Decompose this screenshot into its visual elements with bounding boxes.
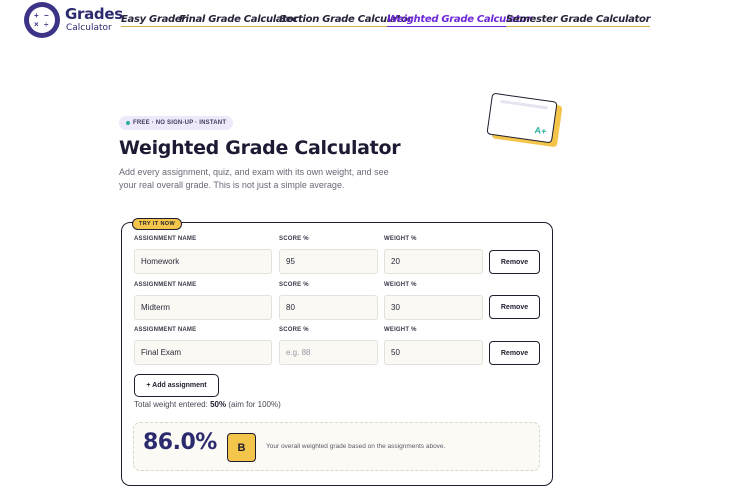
add-assignment-button[interactable]: + Add assignment [134,374,219,397]
score-label: SCORE % [279,327,309,333]
weight-label: WEIGHT % [384,282,417,288]
total-weight-value: 50% [210,400,227,409]
weight-input[interactable]: 50 [384,340,483,365]
logo-icon[interactable]: + − × ÷ [24,2,60,38]
score-input[interactable]: e.g. 88 [279,340,378,365]
calculator-icon: + − × ÷ [29,7,55,33]
card-line-icon [499,99,548,110]
total-weight-text: Total weight entered: 50% (aim for 100%) [134,400,281,409]
assignment-name-label: ASSIGNMENT NAME [134,282,197,288]
status-dot-icon [126,121,130,125]
score-label: SCORE % [279,236,309,242]
score-input[interactable]: 80 [279,295,378,320]
assignment-name-input[interactable]: Final Exam [134,340,272,365]
weight-input[interactable]: 20 [384,249,483,274]
page-title: Weighted Grade Calculator [119,137,401,159]
decorative-grade-card: A+ [486,92,558,144]
try-it-now-tag: TRY IT NOW [132,218,183,230]
nav-link-semester-grade[interactable]: Semester Grade Calculator [506,14,651,27]
nav-link-easy-grader[interactable]: Easy Grader [121,14,186,27]
brand-name[interactable]: Grades [65,5,123,23]
assignment-name-input[interactable]: Midterm [134,295,272,320]
page-subtitle: Add every assignment, quiz, and exam wit… [119,167,389,190]
brand-tagline: Calculator [66,23,112,33]
assignment-name-label: ASSIGNMENT NAME [134,327,197,333]
remove-button[interactable]: Remove [489,341,540,365]
weight-label: WEIGHT % [384,236,417,242]
score-label: SCORE % [279,282,309,288]
weight-input[interactable]: 30 [384,295,483,320]
feature-badge: FREE · NO SIGN-UP · INSTANT [119,116,234,130]
remove-button[interactable]: Remove [489,250,540,274]
total-weight-suffix: (aim for 100%) [228,400,281,409]
remove-button[interactable]: Remove [489,295,540,319]
result-percent: 86.0% [143,430,217,455]
assignment-name-input[interactable]: Homework [134,249,272,274]
weight-label: WEIGHT % [384,327,417,333]
total-weight-prefix: Total weight entered: [134,400,208,409]
result-letter-grade: B [227,433,256,462]
assignment-name-label: ASSIGNMENT NAME [134,236,197,242]
badge-text: FREE · NO SIGN-UP · INSTANT [133,120,227,126]
result-description: Your overall weighted grade based on the… [266,443,446,450]
score-input[interactable]: 95 [279,249,378,274]
card-grade: A+ [534,124,548,137]
